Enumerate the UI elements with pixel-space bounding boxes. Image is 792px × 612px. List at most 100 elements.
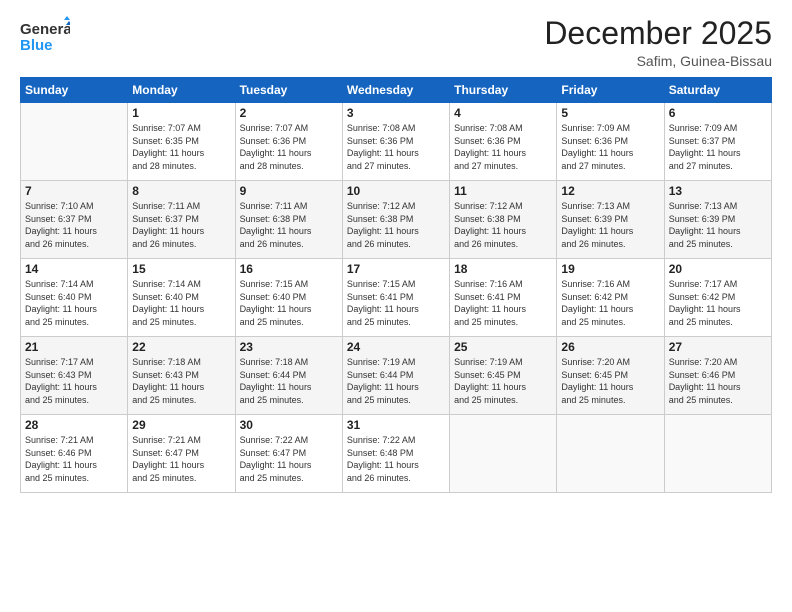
- calendar-day-cell: 26Sunrise: 7:20 AM Sunset: 6:45 PM Dayli…: [557, 337, 664, 415]
- calendar-day-cell: 12 Sunrise: 7:13 AM Sunset: 6:39 PM Dayli…: [557, 181, 664, 259]
- day-info: Sunrise: 7:20 AM Sunset: 6:46 PM Dayligh…: [669, 356, 767, 406]
- day-info: Sunrise: 7:22 AM Sunset: 6:47 PM Dayligh…: [240, 434, 338, 484]
- calendar-day-cell: 16 Sunrise: 7:15 AM Sunset: 6:40 PM Dayli…: [235, 259, 342, 337]
- calendar-day-cell: 25 Sunrise: 7:19 AM Sunset: 6:45 PM Dayli…: [450, 337, 557, 415]
- day-info: Sunrise: 7:10 AM Sunset: 6:37 PM Dayligh…: [25, 200, 123, 250]
- calendar-week-row: 28Sunrise: 7:21 AM Sunset: 6:46 PM Dayli…: [21, 415, 772, 493]
- day-number: 17: [347, 262, 445, 276]
- logo: General Blue: [20, 16, 70, 56]
- calendar-day-cell: 5 Sunrise: 7:09 AM Sunset: 6:36 PM Daylig…: [557, 103, 664, 181]
- calendar-day-cell: 18 Sunrise: 7:16 AM Sunset: 6:41 PM Dayli…: [450, 259, 557, 337]
- day-number: 16: [240, 262, 338, 276]
- calendar-week-row: 14Sunrise: 7:14 AM Sunset: 6:40 PM Dayli…: [21, 259, 772, 337]
- calendar-day-cell: [664, 415, 771, 493]
- calendar-day-cell: [450, 415, 557, 493]
- calendar-day-cell: 11 Sunrise: 7:12 AM Sunset: 6:38 PM Dayli…: [450, 181, 557, 259]
- day-number: 24: [347, 340, 445, 354]
- day-number: 30: [240, 418, 338, 432]
- location: Safim, Guinea-Bissau: [544, 53, 772, 69]
- calendar-header-row: SundayMondayTuesdayWednesdayThursdayFrid…: [21, 78, 772, 103]
- calendar-header-cell: Wednesday: [342, 78, 449, 103]
- calendar-header-cell: Thursday: [450, 78, 557, 103]
- day-number: 31: [347, 418, 445, 432]
- calendar-week-row: 7Sunrise: 7:10 AM Sunset: 6:37 PM Daylig…: [21, 181, 772, 259]
- day-info: Sunrise: 7:09 AM Sunset: 6:37 PM Dayligh…: [669, 122, 767, 172]
- calendar-week-row: 21 Sunrise: 7:17 AM Sunset: 6:43 PM Dayli…: [21, 337, 772, 415]
- calendar-day-cell: 15Sunrise: 7:14 AM Sunset: 6:40 PM Dayli…: [128, 259, 235, 337]
- day-info: Sunrise: 7:16 AM Sunset: 6:42 PM Dayligh…: [561, 278, 659, 328]
- page: General Blue December 2025 Safim, Guinea…: [0, 0, 792, 612]
- day-info: Sunrise: 7:16 AM Sunset: 6:41 PM Dayligh…: [454, 278, 552, 328]
- calendar-table: SundayMondayTuesdayWednesdayThursdayFrid…: [20, 77, 772, 493]
- calendar-day-cell: 8Sunrise: 7:11 AM Sunset: 6:37 PM Daylig…: [128, 181, 235, 259]
- day-number: 25: [454, 340, 552, 354]
- header: General Blue December 2025 Safim, Guinea…: [20, 16, 772, 69]
- calendar-day-cell: 4 Sunrise: 7:08 AM Sunset: 6:36 PM Daylig…: [450, 103, 557, 181]
- day-number: 21: [25, 340, 123, 354]
- svg-text:General: General: [20, 21, 70, 38]
- day-info: Sunrise: 7:18 AM Sunset: 6:44 PM Dayligh…: [240, 356, 338, 406]
- day-info: Sunrise: 7:15 AM Sunset: 6:41 PM Dayligh…: [347, 278, 445, 328]
- calendar-day-cell: 23 Sunrise: 7:18 AM Sunset: 6:44 PM Dayli…: [235, 337, 342, 415]
- day-info: Sunrise: 7:14 AM Sunset: 6:40 PM Dayligh…: [25, 278, 123, 328]
- day-info: Sunrise: 7:15 AM Sunset: 6:40 PM Dayligh…: [240, 278, 338, 328]
- calendar-day-cell: 1Sunrise: 7:07 AM Sunset: 6:35 PM Daylig…: [128, 103, 235, 181]
- calendar-day-cell: 27 Sunrise: 7:20 AM Sunset: 6:46 PM Dayli…: [664, 337, 771, 415]
- calendar-header-cell: Monday: [128, 78, 235, 103]
- day-info: Sunrise: 7:19 AM Sunset: 6:45 PM Dayligh…: [454, 356, 552, 406]
- day-info: Sunrise: 7:07 AM Sunset: 6:35 PM Dayligh…: [132, 122, 230, 172]
- calendar-day-cell: 20 Sunrise: 7:17 AM Sunset: 6:42 PM Dayli…: [664, 259, 771, 337]
- calendar-day-cell: [21, 103, 128, 181]
- day-number: 18: [454, 262, 552, 276]
- day-info: Sunrise: 7:12 AM Sunset: 6:38 PM Dayligh…: [454, 200, 552, 250]
- day-number: 5: [561, 106, 659, 120]
- day-number: 9: [240, 184, 338, 198]
- calendar-day-cell: 28Sunrise: 7:21 AM Sunset: 6:46 PM Dayli…: [21, 415, 128, 493]
- day-number: 6: [669, 106, 767, 120]
- day-info: Sunrise: 7:17 AM Sunset: 6:42 PM Dayligh…: [669, 278, 767, 328]
- day-info: Sunrise: 7:21 AM Sunset: 6:47 PM Dayligh…: [132, 434, 230, 484]
- day-number: 20: [669, 262, 767, 276]
- day-info: Sunrise: 7:12 AM Sunset: 6:38 PM Dayligh…: [347, 200, 445, 250]
- day-info: Sunrise: 7:21 AM Sunset: 6:46 PM Dayligh…: [25, 434, 123, 484]
- calendar-day-cell: 22Sunrise: 7:18 AM Sunset: 6:43 PM Dayli…: [128, 337, 235, 415]
- calendar-day-cell: 21 Sunrise: 7:17 AM Sunset: 6:43 PM Dayli…: [21, 337, 128, 415]
- day-number: 12: [561, 184, 659, 198]
- day-info: Sunrise: 7:13 AM Sunset: 6:39 PM Dayligh…: [669, 200, 767, 250]
- calendar-day-cell: 14Sunrise: 7:14 AM Sunset: 6:40 PM Dayli…: [21, 259, 128, 337]
- calendar-header-cell: Saturday: [664, 78, 771, 103]
- day-number: 27: [669, 340, 767, 354]
- calendar-day-cell: 7Sunrise: 7:10 AM Sunset: 6:37 PM Daylig…: [21, 181, 128, 259]
- calendar-day-cell: 29Sunrise: 7:21 AM Sunset: 6:47 PM Dayli…: [128, 415, 235, 493]
- calendar-header-cell: Tuesday: [235, 78, 342, 103]
- day-info: Sunrise: 7:20 AM Sunset: 6:45 PM Dayligh…: [561, 356, 659, 406]
- day-info: Sunrise: 7:17 AM Sunset: 6:43 PM Dayligh…: [25, 356, 123, 406]
- svg-text:Blue: Blue: [20, 37, 53, 54]
- day-number: 4: [454, 106, 552, 120]
- calendar-day-cell: 19 Sunrise: 7:16 AM Sunset: 6:42 PM Dayli…: [557, 259, 664, 337]
- calendar-day-cell: 30 Sunrise: 7:22 AM Sunset: 6:47 PM Dayli…: [235, 415, 342, 493]
- day-info: Sunrise: 7:13 AM Sunset: 6:39 PM Dayligh…: [561, 200, 659, 250]
- day-number: 23: [240, 340, 338, 354]
- day-info: Sunrise: 7:09 AM Sunset: 6:36 PM Dayligh…: [561, 122, 659, 172]
- day-info: Sunrise: 7:11 AM Sunset: 6:37 PM Dayligh…: [132, 200, 230, 250]
- calendar-day-cell: 2Sunrise: 7:07 AM Sunset: 6:36 PM Daylig…: [235, 103, 342, 181]
- day-number: 15: [132, 262, 230, 276]
- logo-svg: General Blue: [20, 16, 70, 56]
- day-number: 11: [454, 184, 552, 198]
- day-info: Sunrise: 7:08 AM Sunset: 6:36 PM Dayligh…: [347, 122, 445, 172]
- day-number: 10: [347, 184, 445, 198]
- calendar-body: 1Sunrise: 7:07 AM Sunset: 6:35 PM Daylig…: [21, 103, 772, 493]
- day-number: 13: [669, 184, 767, 198]
- calendar-day-cell: 9Sunrise: 7:11 AM Sunset: 6:38 PM Daylig…: [235, 181, 342, 259]
- calendar-day-cell: [557, 415, 664, 493]
- calendar-day-cell: 31Sunrise: 7:22 AM Sunset: 6:48 PM Dayli…: [342, 415, 449, 493]
- calendar-header-cell: Sunday: [21, 78, 128, 103]
- day-number: 22: [132, 340, 230, 354]
- day-number: 3: [347, 106, 445, 120]
- day-info: Sunrise: 7:08 AM Sunset: 6:36 PM Dayligh…: [454, 122, 552, 172]
- calendar-day-cell: 24 Sunrise: 7:19 AM Sunset: 6:44 PM Dayli…: [342, 337, 449, 415]
- day-number: 19: [561, 262, 659, 276]
- calendar-day-cell: 6 Sunrise: 7:09 AM Sunset: 6:37 PM Daylig…: [664, 103, 771, 181]
- day-info: Sunrise: 7:19 AM Sunset: 6:44 PM Dayligh…: [347, 356, 445, 406]
